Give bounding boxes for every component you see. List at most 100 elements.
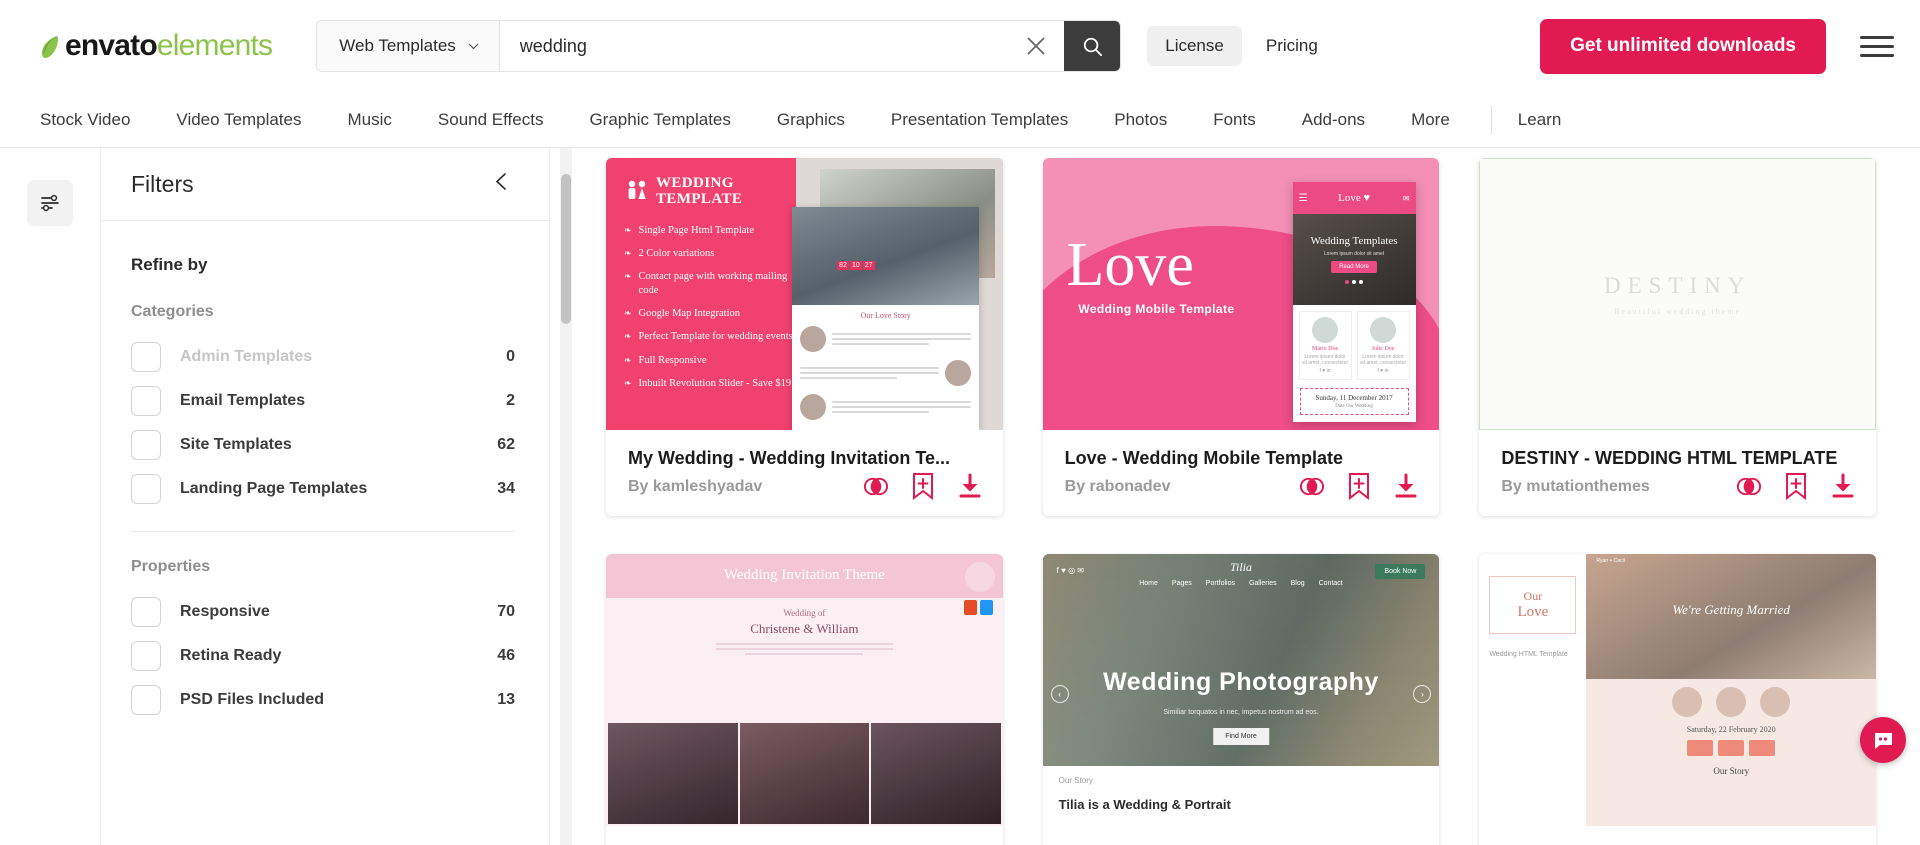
thumb-logo: Tilia [1229,560,1252,574]
thumbnail-art-love: Love Wedding Mobile Template ☰ Love ♥ ✉ … [1042,158,1440,430]
add-to-collection-icon[interactable] [1347,472,1371,500]
logo-elements-text: elements [156,29,273,62]
get-unlimited-downloads-button[interactable]: Get unlimited downloads [1540,18,1826,74]
card-title[interactable]: Love - Wedding Mobile Template [1065,448,1418,469]
nav-item-photos[interactable]: Photos [1091,110,1190,130]
header-link-license[interactable]: License [1147,26,1242,66]
result-card[interactable]: WEDDING TEMPLATE ❧ Single Page Html Templ… [606,158,1003,516]
filter-option-site-templates[interactable]: Site Templates 62 [131,423,515,467]
filter-option-label: Site Templates [180,436,292,453]
logo-envato-text: envato [65,29,158,62]
result-card[interactable]: Our Love Wedding HTML Template Ryan + Ce… [1479,554,1876,845]
filter-option-landing-page-templates[interactable]: Landing Page Templates 34 [131,467,515,511]
card-thumbnail[interactable]: Wedding Invitation Theme Wedding of Chri… [606,554,1003,826]
card-thumbnail[interactable]: WEDDING TEMPLATE ❧ Single Page Html Templ… [606,158,1003,430]
thumb-bullet: ❧ Full Responsive [624,354,800,368]
collapse-filters-button[interactable] [488,166,515,202]
filter-option-email-templates[interactable]: Email Templates 2 [131,379,515,423]
nav-item-more[interactable]: More [1388,110,1473,130]
nav-item-video-templates[interactable]: Video Templates [153,110,324,130]
tech-icons [963,600,993,615]
results-scrollbar[interactable] [560,148,572,845]
site-header: envatoelements Web Templates License Pri… [0,0,1920,92]
nav-item-fonts[interactable]: Fonts [1190,110,1279,130]
category-select-label: Web Templates [339,36,456,55]
find-similar-icon[interactable] [1298,473,1325,500]
result-card[interactable]: Wedding Invitation Theme Wedding of Chri… [606,554,1003,845]
card-title[interactable]: DESTINY - WEDDING HTML TEMPLATE [1501,448,1854,469]
person-name: Julie Doe [1371,345,1395,352]
checkbox-icon[interactable] [131,641,161,671]
checkbox-icon[interactable] [131,597,161,627]
checkbox-icon[interactable] [131,386,161,416]
filters-panel: Filters Refine by Categories Admin Templ… [100,148,550,845]
filter-option-psd-files-included[interactable]: PSD Files Included 13 [131,678,515,722]
search-input-wrapper [499,21,1009,71]
card-title[interactable]: My Wedding - Wedding Invitation Te... [628,448,981,469]
thumb-word: Love [1517,604,1549,620]
couple-icon [628,180,646,199]
clear-search-button[interactable] [1008,21,1065,71]
phone-brand: Love [1338,192,1361,205]
nav-item-music[interactable]: Music [325,110,415,130]
download-icon[interactable] [1393,473,1419,499]
thumb-date: Saturday, 22 February 2020 [1686,725,1776,735]
filter-option-count: 70 [497,603,515,620]
filter-option-admin-templates[interactable]: Admin Templates 0 [131,335,515,379]
thumb-kicker: Wedding of [783,607,826,618]
card-thumbnail[interactable]: Our Love Wedding HTML Template Ryan + Ce… [1479,554,1876,826]
filter-option-label: Admin Templates [180,348,313,365]
nav-item-learn[interactable]: Learn [1518,110,1561,130]
filter-option-count: 0 [506,348,515,365]
result-card[interactable]: f ♥ ◎ ✉ Tilia Book Now Home Pages Portfo… [1042,554,1440,845]
nav-item-add-ons[interactable]: Add-ons [1279,110,1388,130]
add-to-collection-icon[interactable] [911,472,935,500]
nav-item-presentation-templates[interactable]: Presentation Templates [868,110,1091,130]
nav-item-graphic-templates[interactable]: Graphic Templates [566,110,753,130]
chevron-down-icon [468,43,479,49]
book-now-button: Book Now [1375,564,1426,579]
phone-hero-button: Read More [1331,260,1377,273]
thumb-caption: Wedding HTML Template [1489,651,1568,658]
search-icon [1083,37,1102,56]
thumb-nav: Home Pages Portfolios Galleries Blog Con… [1043,580,1440,587]
filters-divider [131,531,515,532]
download-icon[interactable] [957,473,983,499]
envato-elements-logo[interactable]: envatoelements [40,29,273,62]
results-scrollbar-thumb[interactable] [561,174,571,324]
card-thumbnail[interactable]: DESTINY Beautiful wedding theme [1479,158,1876,430]
checkbox-icon[interactable] [131,474,161,504]
nav-item-stock-video[interactable]: Stock Video [40,110,153,130]
result-card[interactable]: Love Wedding Mobile Template ☰ Love ♥ ✉ … [1042,158,1440,516]
nav-item-graphics[interactable]: Graphics [754,110,868,130]
checkbox-icon[interactable] [131,430,161,460]
hamburger-menu-icon[interactable] [1860,35,1894,57]
filters-rail [0,148,100,845]
thumb-names: Ryan + Cecil [1596,558,1625,564]
search-submit-button[interactable] [1064,21,1121,71]
find-similar-icon[interactable] [862,473,889,500]
thumb-section: Our Story [1713,766,1750,777]
thumb-title: Wedding Photography [1103,668,1379,697]
card-thumbnail[interactable]: Love Wedding Mobile Template ☰ Love ♥ ✉ … [1042,158,1440,430]
card-meta [606,826,1003,845]
checkbox-icon[interactable] [131,342,161,372]
chat-bubble-icon[interactable] [1860,717,1906,763]
header-link-pricing[interactable]: Pricing [1248,26,1336,66]
search-input[interactable] [519,35,1009,57]
filter-option-retina-ready[interactable]: Retina Ready 46 [131,634,515,678]
filter-option-responsive[interactable]: Responsive 70 [131,590,515,634]
checkbox-icon[interactable] [131,685,161,715]
nav-item-sound-effects[interactable]: Sound Effects [415,110,567,130]
close-icon [1027,37,1045,55]
toggle-filters-button[interactable] [27,180,73,226]
add-to-collection-icon[interactable] [1784,472,1808,500]
envato-leaf-icon [40,34,61,59]
nav-link: Blog [1290,580,1305,587]
result-card[interactable]: DESTINY Beautiful wedding theme DESTINY … [1479,158,1876,516]
card-thumbnail[interactable]: f ♥ ◎ ✉ Tilia Book Now Home Pages Portfo… [1042,554,1440,826]
find-similar-icon[interactable] [1735,473,1762,500]
category-select[interactable]: Web Templates [317,21,500,71]
card-meta: DESTINY - WEDDING HTML TEMPLATE By mutat… [1479,430,1876,516]
download-icon[interactable] [1830,473,1856,499]
